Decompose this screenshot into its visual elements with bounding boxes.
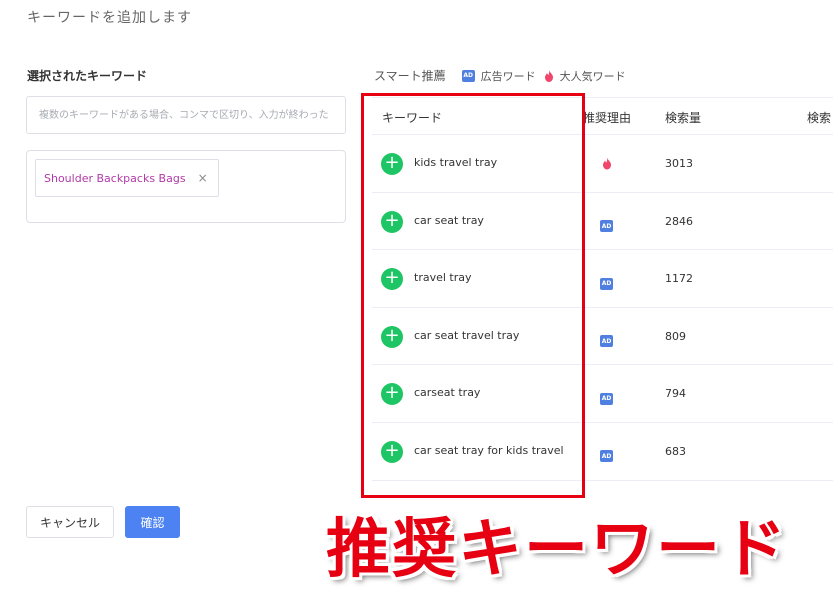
- table-header: キーワード 推奨理由 検索量 検索: [372, 97, 833, 135]
- add-keyword-button[interactable]: +: [381, 440, 403, 463]
- table-row: + kids travel tray 3013: [372, 135, 833, 193]
- legend-ad-label: 広告ワード: [480, 69, 536, 83]
- confirm-button[interactable]: 確認: [125, 506, 180, 538]
- ad-badge: AD: [600, 450, 613, 463]
- header-search: 検索: [807, 111, 832, 125]
- add-keyword-button[interactable]: +: [381, 325, 403, 348]
- ad-badge-icon: AD: [600, 270, 613, 290]
- ad-badge: AD: [600, 220, 613, 233]
- keyword-table: キーワード 推奨理由 検索量 検索 + kids travel tray 3013 +…: [372, 97, 833, 481]
- search-volume: 3013: [665, 157, 693, 170]
- add-keyword-button[interactable]: +: [381, 210, 403, 233]
- search-volume: 683: [665, 444, 686, 458]
- tag-close-icon[interactable]: ×: [198, 171, 208, 185]
- add-keyword-button[interactable]: +: [381, 383, 403, 406]
- header-volume: 検索量: [665, 111, 702, 125]
- ad-badge: AD: [600, 392, 613, 405]
- search-volume: 2846: [665, 214, 693, 228]
- ad-badge-icon: AD: [600, 385, 613, 405]
- overlay-caption: 推奨キーワード: [326, 513, 788, 587]
- header-reason: 推奨理由: [583, 111, 632, 125]
- selected-keywords-title: 選択されたキーワード: [27, 69, 148, 83]
- fire-icon: [544, 69, 553, 82]
- fire-icon: [602, 155, 612, 174]
- keyword-text: car seat tray for kids travel: [414, 443, 564, 457]
- keyword-text: car seat travel tray: [414, 328, 520, 342]
- page-title: キーワードを追加します: [27, 10, 192, 26]
- ad-badge: AD: [600, 277, 613, 290]
- ad-badge: AD: [600, 335, 613, 348]
- search-volume: 809: [665, 329, 686, 343]
- keyword-text: kids travel tray: [414, 156, 498, 169]
- keyword-input[interactable]: [26, 96, 346, 134]
- table-row: + car seat travel tray AD 809: [372, 308, 833, 366]
- selected-keywords-box: Shoulder Backpacks Bags ×: [26, 150, 346, 223]
- add-keyword-button[interactable]: +: [381, 268, 403, 291]
- table-row: + carseat tray AD 794: [372, 365, 833, 423]
- ad-badge-icon: AD: [600, 443, 613, 463]
- add-keyword-button[interactable]: +: [381, 153, 403, 175]
- selected-keyword-tag: Shoulder Backpacks Bags ×: [35, 159, 219, 197]
- tag-label: Shoulder Backpacks Bags: [44, 171, 186, 185]
- legend-hot-label: 大人気ワード: [559, 69, 626, 83]
- keyword-text: travel tray: [414, 271, 472, 285]
- ad-badge-icon: AD: [600, 328, 613, 348]
- keyword-text: carseat tray: [414, 386, 481, 400]
- table-row: + car seat tray for kids travel AD 683: [372, 423, 833, 481]
- smart-recommend-header: スマート推薦 AD 広告ワード 大人気ワード: [374, 67, 634, 84]
- keyword-text: car seat tray: [414, 213, 484, 227]
- cancel-button[interactable]: キャンセル: [26, 506, 114, 538]
- table-row: + car seat tray AD 2846: [372, 193, 833, 251]
- search-volume: 1172: [665, 272, 693, 286]
- header-keyword: キーワード: [382, 111, 443, 125]
- table-row: + travel tray AD 1172: [372, 250, 833, 308]
- ad-badge-icon: AD: [600, 213, 613, 233]
- search-volume: 794: [665, 387, 686, 401]
- smart-recommend-title: スマート推薦: [374, 69, 446, 83]
- ad-badge-icon: AD: [461, 69, 475, 82]
